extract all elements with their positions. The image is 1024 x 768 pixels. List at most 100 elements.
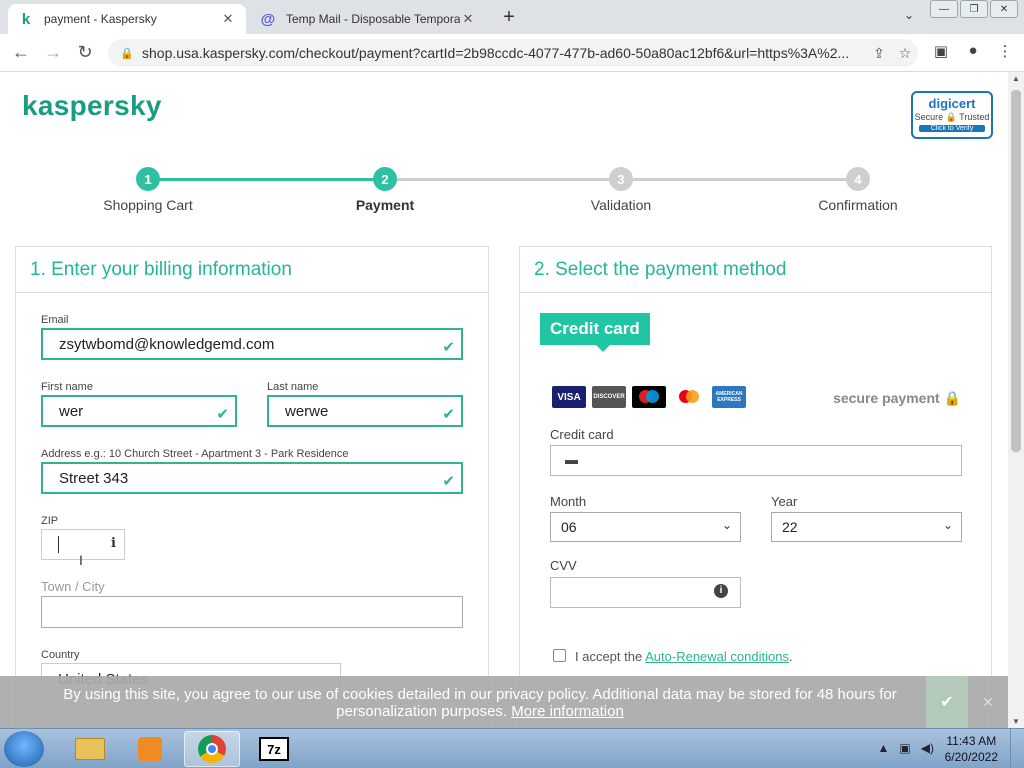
year-select[interactable]: 22 ⌄ (771, 512, 962, 542)
year-label: Year (771, 494, 798, 509)
address-bar[interactable]: 🔒 shop.usa.kaspersky.com/checkout/paymen… (108, 39, 918, 67)
email-value: zsytwbomd@knowledgemd.com (59, 336, 275, 353)
billing-title: 1. Enter your billing information (16, 247, 488, 293)
profile-avatar-icon[interactable]: ● (962, 42, 984, 60)
zip-field[interactable]: i (41, 529, 125, 560)
clock-date: 6/20/2022 (944, 750, 998, 764)
clock[interactable]: 11:43 AM 6/20/2022 (945, 733, 998, 765)
reload-icon[interactable]: ↻ (74, 42, 96, 63)
text-cursor (58, 536, 59, 553)
menu-kebab-icon[interactable]: ⋮ (994, 42, 1016, 60)
temp-mail-favicon-icon: @ (260, 10, 276, 28)
accept-suffix: . (788, 649, 793, 664)
cookie-accept-button[interactable]: ✔ (926, 676, 968, 728)
close-tab-icon[interactable]: ✕ (220, 11, 236, 27)
show-desktop-button[interactable] (1010, 729, 1024, 768)
close-tab-icon[interactable]: ✕ (460, 11, 476, 27)
valid-check-icon: ✔ (442, 473, 455, 490)
step-1-label: Shopping Cart (103, 197, 193, 213)
address-label: Address e.g.: 10 Church Street - Apartme… (41, 448, 349, 460)
step-2-dot: 2 (373, 167, 397, 191)
side-panel-icon[interactable]: ▣ (930, 42, 952, 60)
browser-tab-bar: k payment - Kaspersky ✕ @ Temp Mail - Di… (0, 0, 1024, 34)
share-icon[interactable]: ⇪ (866, 45, 892, 62)
cvv-label: CVV (550, 558, 577, 573)
page-viewport: kaspersky digicert Secure 🔒 Trusted Clic… (0, 72, 1008, 728)
info-icon[interactable]: i (714, 584, 728, 598)
start-button[interactable] (4, 731, 44, 767)
chrome-taskbar-icon[interactable] (184, 731, 240, 767)
stepper-line-complete (148, 178, 385, 181)
cc-label: Credit card (550, 427, 614, 442)
maestro-icon (632, 386, 666, 408)
back-arrow-icon[interactable]: ← (10, 42, 32, 63)
info-icon[interactable]: i (111, 536, 116, 551)
file-explorer-icon[interactable] (62, 731, 118, 767)
system-tray: ▲ ▣ ◀) (878, 741, 934, 755)
scroll-up-arrow-icon[interactable]: ▲ (1012, 74, 1020, 83)
last-name-value: werwe (285, 403, 329, 420)
tray-expand-icon[interactable]: ▲ (878, 741, 890, 755)
year-value: 22 (782, 519, 798, 535)
last-name-label: Last name (267, 381, 319, 393)
secure-payment-text: secure payment 🔒 (833, 390, 961, 407)
cookie-more-info-link[interactable]: More information (511, 703, 624, 720)
first-name-field[interactable]: wer ✔ (41, 395, 237, 427)
email-field[interactable]: zsytwbomd@knowledgemd.com ✔ (41, 328, 463, 360)
month-value: 06 (561, 519, 577, 535)
digicert-seal[interactable]: digicert Secure 🔒 Trusted Click to Verif… (911, 91, 993, 139)
credit-card-method-tab[interactable]: Credit card (540, 313, 650, 345)
browser-toolbar: ← → ↻ 🔒 shop.usa.kaspersky.com/checkout/… (0, 34, 1024, 72)
digicert-verify-text: Click to Verify (919, 125, 985, 132)
cookie-close-button[interactable]: ✕ (968, 676, 1008, 728)
cookie-banner: By using this site, you agree to our use… (0, 676, 1008, 728)
minimize-button[interactable]: — (930, 0, 958, 18)
scroll-down-arrow-icon[interactable]: ▼ (1012, 717, 1020, 726)
chevron-down-icon: ⌄ (942, 518, 953, 532)
ibeam-cursor-icon: I (79, 552, 83, 568)
payment-title: 2. Select the payment method (520, 247, 991, 293)
network-icon[interactable]: ▣ (899, 741, 910, 755)
padlock-icon: 🔒 (943, 390, 961, 406)
bookmark-star-icon[interactable]: ☆ (892, 45, 918, 62)
first-name-label: First name (41, 381, 93, 393)
tab-temp-mail[interactable]: @ Temp Mail - Disposable Tempora ✕ (250, 4, 486, 34)
window-controls: — ❐ ✕ (928, 0, 1018, 18)
secure-payment-label: secure payment (833, 390, 940, 406)
kaspersky-logo[interactable]: kaspersky (22, 90, 162, 122)
email-label: Email (41, 314, 69, 326)
7zip-icon[interactable]: 7z (246, 731, 302, 767)
toolbar-actions: ▣ ● ⋮ (930, 42, 1016, 60)
step-3-dot: 3 (609, 167, 633, 191)
page-scrollbar[interactable]: ▲ ▼ (1008, 72, 1024, 728)
badge-pointer (596, 345, 610, 352)
card-brands: VISA DISCOVER AMERICAN EXPRESS (552, 386, 746, 408)
close-window-button[interactable]: ✕ (990, 0, 1018, 18)
volume-icon[interactable]: ◀) (921, 741, 934, 755)
tab-search-chevron-icon[interactable]: ⌄ (904, 8, 914, 22)
chevron-down-icon: ⌄ (721, 518, 732, 532)
auto-renewal-checkbox[interactable] (553, 649, 566, 662)
city-field[interactable] (41, 596, 463, 628)
restore-button[interactable]: ❐ (960, 0, 988, 18)
month-label: Month (550, 494, 587, 509)
city-label: Town / City (41, 579, 105, 594)
scroll-thumb[interactable] (1011, 90, 1021, 452)
step-3-label: Validation (590, 197, 652, 213)
lock-icon[interactable]: 🔒 (120, 47, 134, 60)
last-name-field[interactable]: werwe ✔ (267, 395, 463, 427)
step-1-dot: 1 (136, 167, 160, 191)
auto-renewal-link[interactable]: Auto-Renewal conditions (645, 649, 789, 664)
tab-kaspersky[interactable]: k payment - Kaspersky ✕ (8, 4, 246, 34)
credit-card-number-field[interactable]: ▬ (550, 445, 962, 476)
auto-renewal-text: I accept the Auto-Renewal conditions. (575, 649, 793, 664)
address-field[interactable]: Street 343 ✔ (41, 462, 463, 494)
valid-check-icon: ✔ (442, 406, 455, 423)
forward-arrow-icon[interactable]: → (42, 42, 64, 63)
step-4-label: Confirmation (818, 197, 898, 213)
new-tab-button[interactable]: + (498, 6, 520, 29)
month-select[interactable]: 06 ⌄ (550, 512, 741, 542)
cvv-field[interactable]: i (550, 577, 741, 608)
windows-taskbar: 7z ▲ ▣ ◀) 11:43 AM 6/20/2022 (0, 728, 1024, 768)
media-player-icon[interactable] (122, 731, 178, 767)
